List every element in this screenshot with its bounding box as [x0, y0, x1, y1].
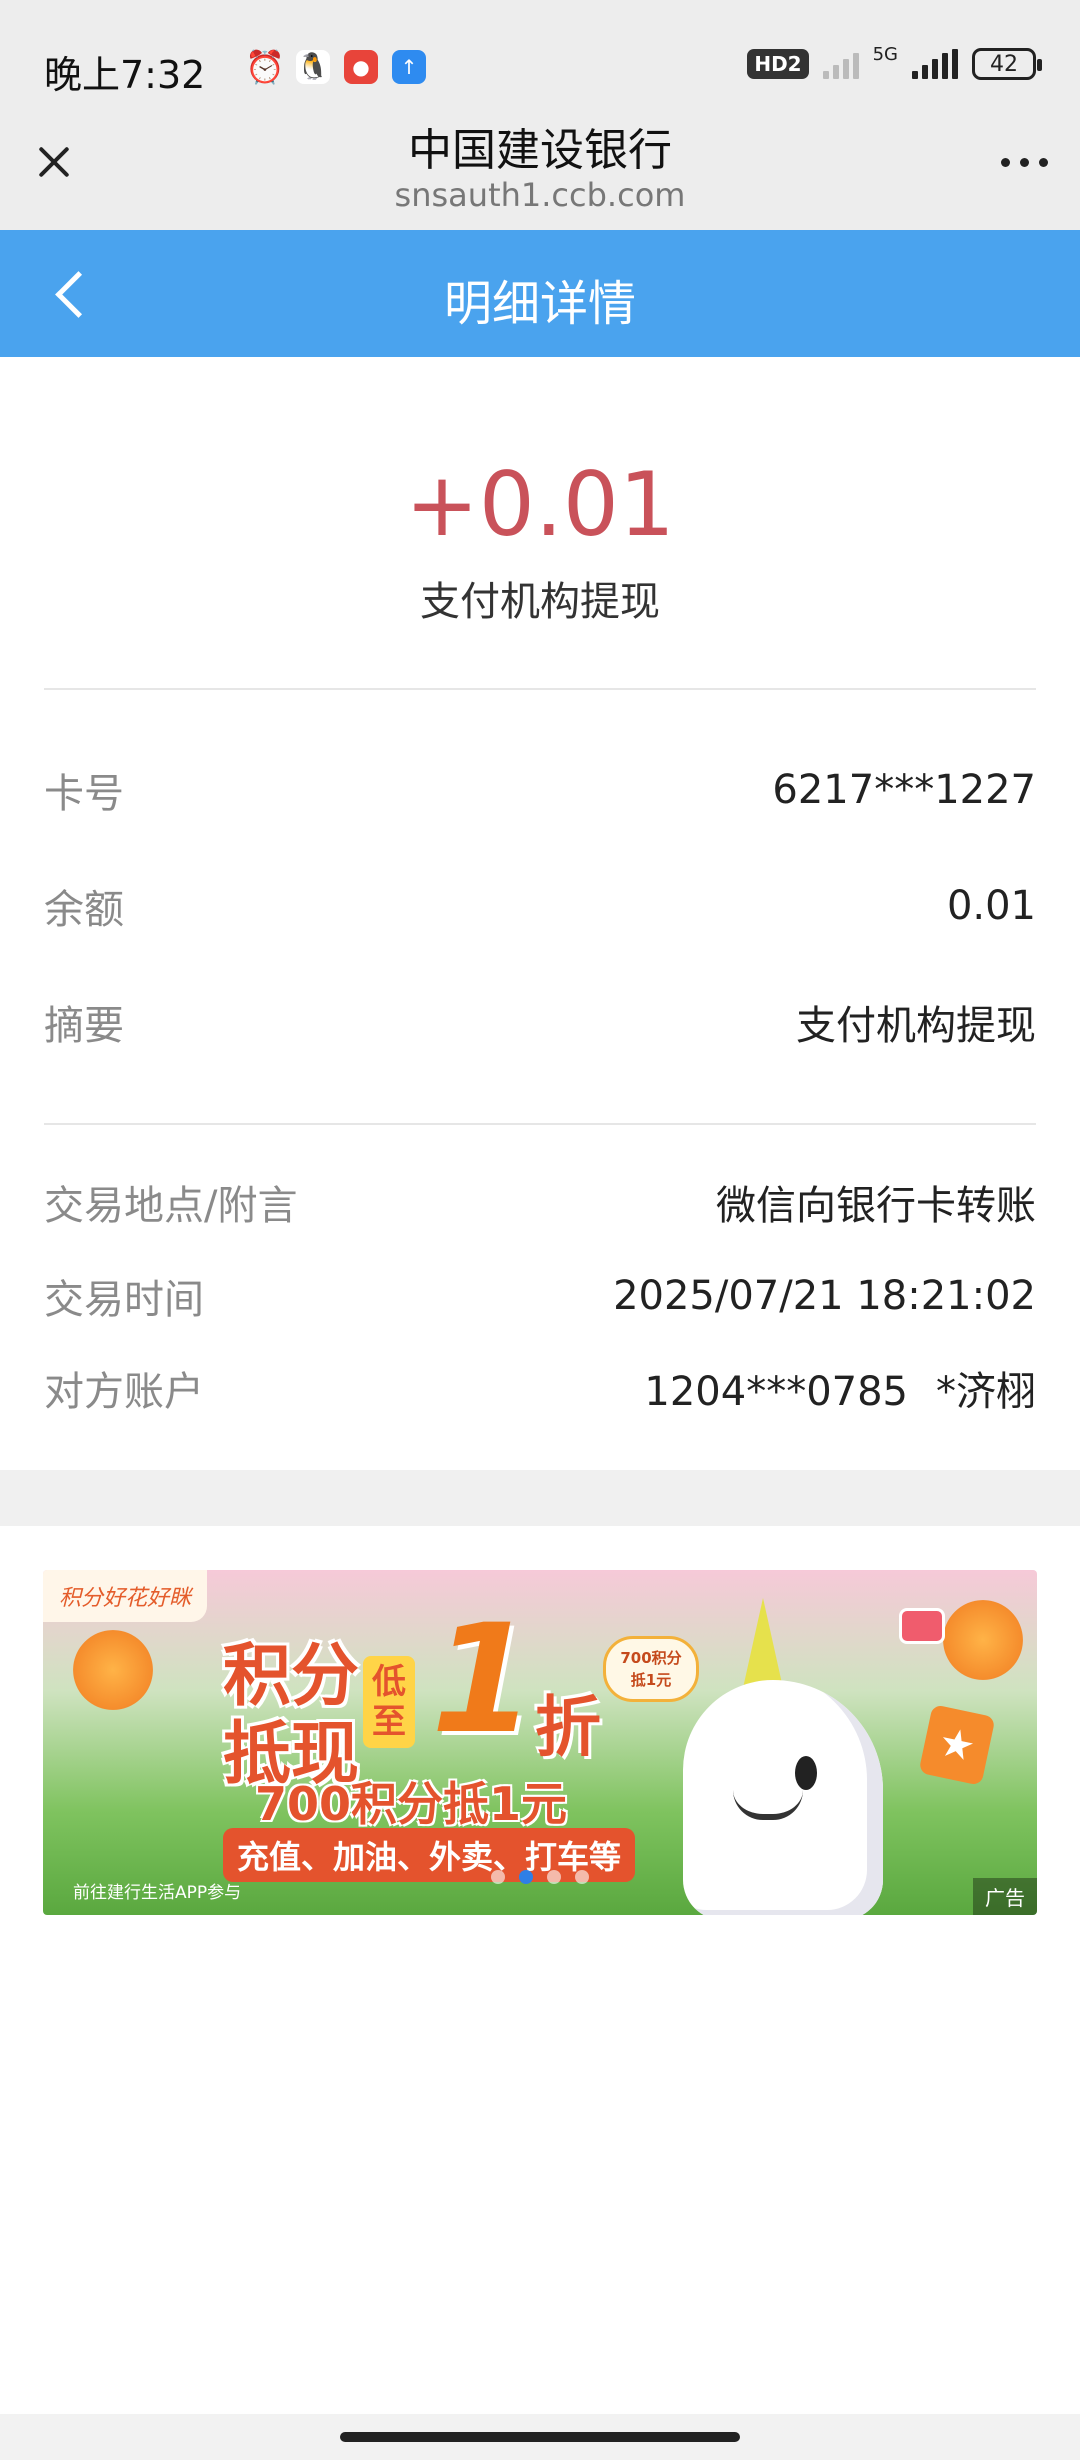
transaction-amount: +0.01 [405, 453, 675, 556]
network-type: 5G [872, 43, 898, 65]
unicorn-eye [795, 1756, 817, 1790]
home-indicator[interactable] [340, 2432, 740, 2442]
balance-label: 余额 [44, 887, 124, 933]
hd-badge: HD2 [747, 49, 809, 79]
time-value: 2025/07/21 18:21:02 [613, 1273, 1036, 1319]
counterparty-label: 对方账户 [44, 1369, 204, 1415]
card-value: 6217***1227 [772, 767, 1036, 813]
time-label: 交易时间 [44, 1277, 204, 1323]
detail-row-balance: 余额 0.01 [44, 876, 1036, 936]
battery-level: 42 [990, 51, 1018, 77]
status-right: HD2 5G 42 [747, 44, 1042, 80]
flower-decoration [943, 1600, 1023, 1680]
more-options-icon[interactable] [1001, 158, 1048, 167]
card-label: 卡号 [44, 771, 124, 817]
detail-row-summary: 摘要 支付机构提现 [44, 992, 1036, 1052]
amount-section: +0.01 支付机构提现 [0, 357, 1080, 689]
detail-row-time: 交易时间 2025/07/21 18:21:02 [44, 1266, 1036, 1326]
counterparty-value: 1204***0785 *济栩 [644, 1359, 1036, 1417]
flower-decoration [73, 1630, 153, 1710]
browser-url: snsauth1.ccb.com [394, 176, 686, 214]
divider [44, 688, 1036, 690]
ad-label: 广告 [973, 1878, 1037, 1915]
qq-icon: 🐧 [296, 50, 330, 84]
counterparty-account: 1204***0785 [644, 1369, 908, 1415]
bubble-line1: 700积分 [620, 1649, 682, 1667]
browser-title: 中国建设银行 [408, 125, 672, 176]
detail-row-card: 卡号 6217***1227 [44, 760, 1036, 820]
carousel-dot [575, 1870, 589, 1884]
banner-one: 1 [431, 1593, 536, 1767]
detail-row-counterparty: 对方账户 1204***0785 *济栩 [44, 1358, 1036, 1418]
carousel-dot [547, 1870, 561, 1884]
divider [44, 1123, 1036, 1125]
bubble-line2: 抵1元 [630, 1671, 672, 1689]
carousel-indicator [43, 1870, 1037, 1884]
banner-points-line: 700积分抵1元 [255, 1777, 568, 1831]
signal-icon-sim2 [912, 49, 958, 79]
tv-icon [899, 1608, 945, 1644]
carousel-dot-active [519, 1870, 533, 1884]
page-title: 明细详情 [443, 276, 636, 332]
location-value: 微信向银行卡转账 [716, 1183, 1036, 1229]
star-icon: ★ [918, 1704, 996, 1786]
food-app-icon: ● [344, 50, 378, 84]
detail-row-location: 交易地点/附言 微信向银行卡转账 [44, 1172, 1036, 1232]
location-label: 交易地点/附言 [44, 1183, 298, 1229]
summary-value: 支付机构提现 [796, 1003, 1036, 1049]
balance-value: 0.01 [946, 883, 1036, 929]
notification-icons: ⏰ 🐧 ● ↑ [245, 48, 426, 86]
upload-icon: ↑ [392, 50, 426, 84]
counterparty-name: *济栩 [936, 1369, 1036, 1415]
section-separator [0, 1470, 1080, 1526]
status-time: 晚上7:32 [44, 53, 206, 97]
carousel-dot [491, 1870, 505, 1884]
transaction-description: 支付机构提现 [420, 579, 660, 625]
browser-bar: 中国建设银行 snsauth1.ccb.com [0, 125, 1080, 230]
signal-icon-sim1 [822, 49, 859, 79]
promo-banner[interactable]: 积分好花好眯 积分 抵现 低至 1 折 700积分抵1元 充值、加油、外卖、打车… [43, 1570, 1037, 1915]
summary-label: 摘要 [44, 1003, 124, 1049]
banner-bubble: 700积分 抵1元 [603, 1636, 699, 1702]
page-header: 明细详情 [0, 230, 1080, 357]
battery-icon: 42 [972, 48, 1042, 80]
banner-discount: 折 [535, 1689, 601, 1766]
banner-low-badge: 低至 [363, 1656, 415, 1748]
alarm-icon: ⏰ [245, 48, 285, 86]
unicorn-horn [743, 1598, 783, 1688]
banner-tag: 积分好花好眯 [43, 1570, 208, 1622]
